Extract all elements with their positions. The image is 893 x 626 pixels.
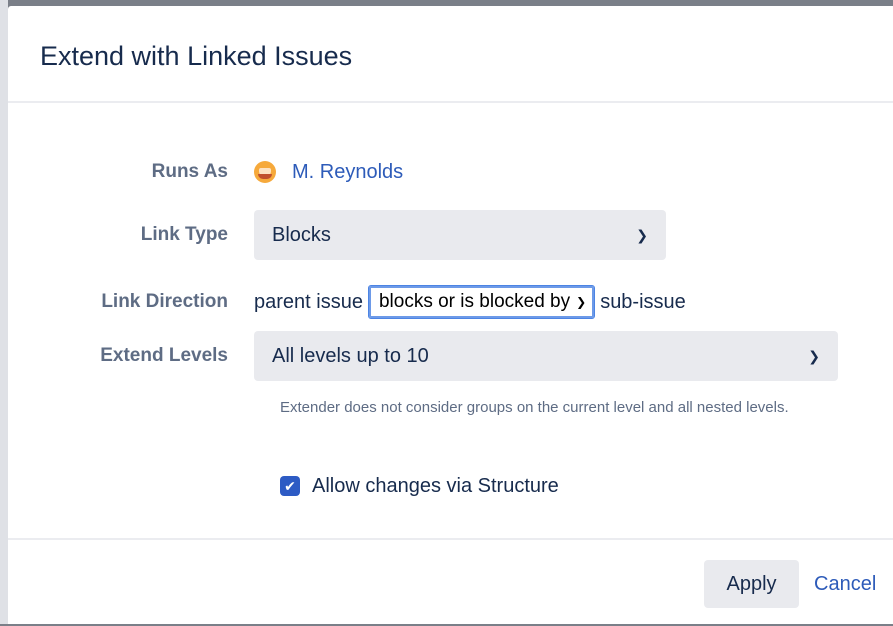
extend-levels-help: Extender does not consider groups on the… (280, 399, 789, 416)
extend-levels-label: Extend Levels (100, 345, 228, 366)
runs-as-label: Runs As (151, 161, 228, 182)
allow-changes-checkbox[interactable]: ✔ (280, 476, 300, 496)
extend-linked-issues-dialog: Extend with Linked Issues Runs As M. Rey… (8, 6, 893, 624)
extend-levels-select[interactable]: All levels up to 10 ❯ (254, 331, 838, 381)
dialog-footer: Apply Cancel (8, 538, 893, 626)
allow-changes-label[interactable]: Allow changes via Structure (312, 475, 559, 498)
link-direction-value: blocks or is blocked by (378, 291, 571, 312)
link-type-label: Link Type (140, 224, 228, 245)
cancel-link[interactable]: Cancel (814, 573, 876, 596)
link-direction-prefix: parent issue (254, 290, 363, 313)
page-backdrop (0, 0, 8, 624)
link-direction-row: Link Direction parent issue blocks or is… (8, 284, 893, 320)
checkmark-icon: ✔ (284, 477, 296, 494)
dialog-body: Runs As M. Reynolds Link Type Blocks ❯ L… (8, 103, 893, 538)
dialog-header: Extend with Linked Issues (8, 6, 893, 103)
chevron-down-icon: ❯ (576, 295, 587, 309)
link-type-select[interactable]: Blocks ❯ (254, 210, 666, 260)
runs-as-row: Runs As M. Reynolds (8, 155, 893, 189)
dialog-title: Extend with Linked Issues (40, 41, 353, 71)
extend-levels-row: Extend Levels All levels up to 10 ❯ (8, 331, 893, 381)
allow-changes-row: ✔ Allow changes via Structure (280, 471, 893, 501)
chevron-down-icon: ❯ (808, 347, 820, 364)
extend-levels-value: All levels up to 10 (272, 344, 429, 367)
link-type-row: Link Type Blocks ❯ (8, 210, 893, 260)
link-direction-label: Link Direction (101, 291, 228, 312)
avatar-beard (258, 174, 272, 179)
chevron-down-icon: ❯ (636, 226, 648, 243)
link-direction-select[interactable]: blocks or is blocked by ❯ (367, 285, 596, 319)
link-type-value: Blocks (272, 223, 331, 246)
apply-button[interactable]: Apply (704, 560, 799, 608)
link-direction-suffix: sub-issue (600, 290, 686, 313)
user-avatar-icon (254, 161, 276, 183)
runs-as-user-link[interactable]: M. Reynolds (292, 161, 403, 184)
